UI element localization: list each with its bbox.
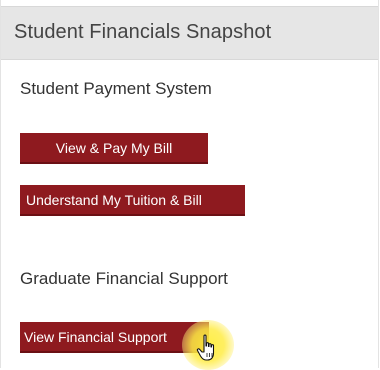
- section-heading-graduate-financial-support: Graduate Financial Support: [20, 269, 228, 288]
- hand-pointer-icon: [196, 334, 215, 361]
- section-heading-student-payment-system: Student Payment System: [20, 79, 212, 98]
- student-financials-panel: Student Financials Snapshot Student Paym…: [0, 0, 379, 368]
- panel-title: Student Financials Snapshot: [14, 21, 272, 43]
- understand-tuition-bill-button[interactable]: Understand My Tuition & Bill: [20, 185, 245, 216]
- view-pay-my-bill-button[interactable]: View & Pay My Bill: [20, 133, 208, 164]
- panel-header: Student Financials Snapshot: [1, 6, 378, 60]
- view-financial-support-button[interactable]: View Financial Support: [20, 322, 209, 353]
- mouse-cursor: [182, 320, 238, 370]
